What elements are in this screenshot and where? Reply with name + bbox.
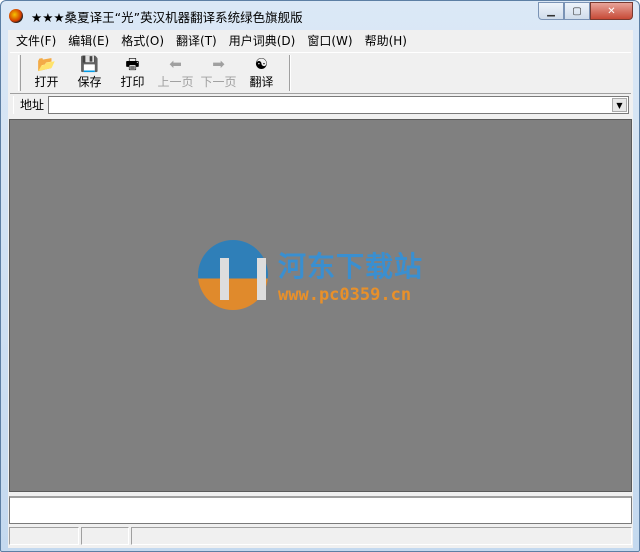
window-title: ★★★桑夏译王“光”英汉机器翻译系统绿色旗舰版: [31, 9, 303, 25]
app-icon[interactable]: [9, 9, 23, 23]
address-combobox[interactable]: ▼: [48, 96, 629, 114]
translate-label: 翻译: [249, 75, 274, 89]
open-button[interactable]: 📂 打开: [25, 53, 68, 93]
floppy-disk-icon: 💾: [80, 55, 99, 73]
menu-format[interactable]: 格式(O): [115, 32, 170, 49]
close-button[interactable]: ✕: [590, 2, 633, 20]
watermark: 河东下载站 www.pc0359.cn: [198, 240, 423, 310]
document-area[interactable]: 河东下载站 www.pc0359.cn: [9, 119, 632, 492]
yin-yang-icon: ☯: [254, 55, 269, 73]
address-bar: 地址 ▼: [10, 95, 631, 115]
menu-file[interactable]: 文件(F): [10, 32, 62, 49]
menu-bar: 文件(F) 编辑(E) 格式(O) 翻译(T) 用户词典(D) 窗口(W) 帮助…: [8, 30, 633, 50]
app-window: ★★★桑夏译王“光”英汉机器翻译系统绿色旗舰版 ▁ ▢ ✕ 文件(F) 编辑(E…: [0, 0, 640, 552]
prev-page-label: 上一页: [157, 75, 194, 89]
minimize-button[interactable]: ▁: [538, 2, 564, 20]
menu-translate[interactable]: 翻译(T): [170, 32, 223, 49]
title-bar: ★★★桑夏译王“光”英汉机器翻译系统绿色旗舰版: [9, 6, 303, 26]
maximize-button[interactable]: ▢: [564, 2, 590, 20]
prev-page-button[interactable]: ⬅ 上一页: [154, 53, 197, 93]
output-panel[interactable]: [9, 496, 632, 524]
watermark-logo: [198, 240, 268, 310]
chevron-down-icon[interactable]: ▼: [612, 98, 627, 112]
next-page-label: 下一页: [200, 75, 237, 89]
next-page-button[interactable]: ➡ 下一页: [197, 53, 240, 93]
menu-help[interactable]: 帮助(H): [359, 32, 413, 49]
translate-button[interactable]: ☯ 翻译: [240, 53, 283, 93]
save-label: 保存: [77, 75, 102, 89]
watermark-name: 河东下载站: [278, 250, 424, 283]
arrow-left-icon: ⬅: [169, 55, 182, 73]
arrow-right-icon: ➡: [212, 55, 225, 73]
print-button[interactable]: 🖶 打印: [111, 53, 154, 93]
watermark-url: www.pc0359.cn: [278, 285, 412, 305]
save-button[interactable]: 💾 保存: [68, 53, 111, 93]
address-label: 地址: [13, 96, 48, 114]
status-pane-1: [9, 527, 79, 545]
menu-window[interactable]: 窗口(W): [301, 32, 358, 49]
status-bar: [9, 527, 632, 547]
toolbar-grip[interactable]: [18, 55, 21, 91]
print-label: 打印: [120, 75, 145, 89]
folder-open-icon: 📂: [37, 55, 56, 73]
printer-icon: 🖶: [125, 55, 140, 73]
status-pane-2: [81, 527, 129, 545]
open-label: 打开: [34, 75, 59, 89]
menu-user-dictionary[interactable]: 用户词典(D): [223, 32, 302, 49]
menu-edit[interactable]: 编辑(E): [62, 32, 115, 49]
toolbar-separator: [289, 55, 291, 91]
status-pane-3: [131, 527, 632, 545]
toolbar: 📂 打开 💾 保存 🖶 打印 ⬅ 上一页 ➡ 下一页 ☯ 翻译: [10, 52, 631, 94]
